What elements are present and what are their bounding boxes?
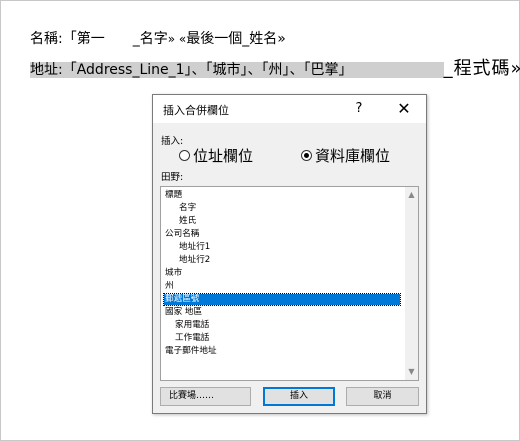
field-list-item[interactable]: 工作電話 — [175, 333, 209, 344]
field-list-item[interactable]: 城市 — [165, 268, 182, 279]
radio-address-icon[interactable] — [179, 150, 190, 161]
insert-merge-field-dialog: 插入合併欄位 ? ✕ 插入: 位址欄位 資料庫欄位 田野: ▲ ▼ 標題 名字 姓氏… — [152, 94, 427, 414]
field-list-item[interactable]: 地址行1 — [179, 242, 210, 253]
field-list-item[interactable]: 電子郵件地址 — [165, 346, 217, 357]
merge-field-address[interactable]: 「Address_Line_1」、「城市」、「州」、「巴掌」 — [62, 62, 346, 78]
document-address-line: 地址:「Address_Line_1」、「城市」、「州」、「巴掌」 _程式碼» — [30, 54, 520, 80]
scroll-up-icon[interactable]: ▲ — [405, 189, 418, 201]
scroll-down-icon[interactable]: ▼ — [405, 366, 418, 378]
radio-database-label: 資料庫欄位 — [315, 147, 391, 165]
close-icon[interactable]: ✕ — [391, 98, 417, 120]
fields-listbox[interactable]: ▲ ▼ 標題名字姓氏公司名稱地址行1 地址行2 城市州郵遞區號 國家 地區家用電話工作… — [160, 186, 419, 381]
cancel-button[interactable]: 取消 — [346, 387, 419, 406]
merge-field-blank — [345, 62, 444, 78]
listbox-scrollbar[interactable]: ▲ ▼ — [405, 187, 418, 380]
dialog-titlebar: 插入合併欄位 ? ✕ — [153, 95, 426, 123]
match-fields-button[interactable]: 比賽場…… — [160, 387, 251, 406]
document-name-line: 名稱:「第一 _名字» «最後一個_姓名» — [30, 28, 286, 48]
insert-button[interactable]: 插入 — [263, 387, 335, 406]
merge-field-last-name[interactable]: 最後一個_姓名» — [186, 31, 286, 47]
field-list-item[interactable]: 郵遞區號 — [163, 293, 401, 306]
dialog-title: 插入合併欄位 — [163, 104, 229, 117]
help-button[interactable]: ? — [349, 99, 369, 119]
field-list-item[interactable]: 地址行2 — [179, 255, 210, 266]
field-list-item[interactable]: 公司名稱 — [165, 229, 199, 240]
field-list-item[interactable]: 標題 — [165, 190, 182, 201]
field-list-item[interactable]: 姓氏 — [179, 216, 196, 227]
radio-database-icon[interactable] — [301, 150, 312, 161]
radio-address-label: 位址欄位 — [193, 147, 254, 165]
merge-field-first-name[interactable]: 「第一 _名字 — [63, 31, 168, 47]
fields-label: 田野: — [161, 172, 184, 183]
radio-database-fields[interactable]: 資料庫欄位 — [301, 145, 390, 166]
name-label: 名稱: — [30, 31, 63, 47]
merge-field-separator: » « — [167, 32, 187, 46]
address-label: 地址: — [30, 62, 63, 78]
field-list-item[interactable]: 國家 地區 — [165, 307, 202, 318]
field-list-item[interactable]: 名字 — [179, 203, 196, 214]
radio-address-fields[interactable]: 位址欄位 — [179, 145, 253, 166]
field-list-item[interactable]: 家用電話 — [175, 320, 209, 331]
merge-field-postal-code[interactable]: _程式碼» — [444, 58, 520, 79]
field-list-item[interactable]: 州 — [165, 281, 174, 292]
